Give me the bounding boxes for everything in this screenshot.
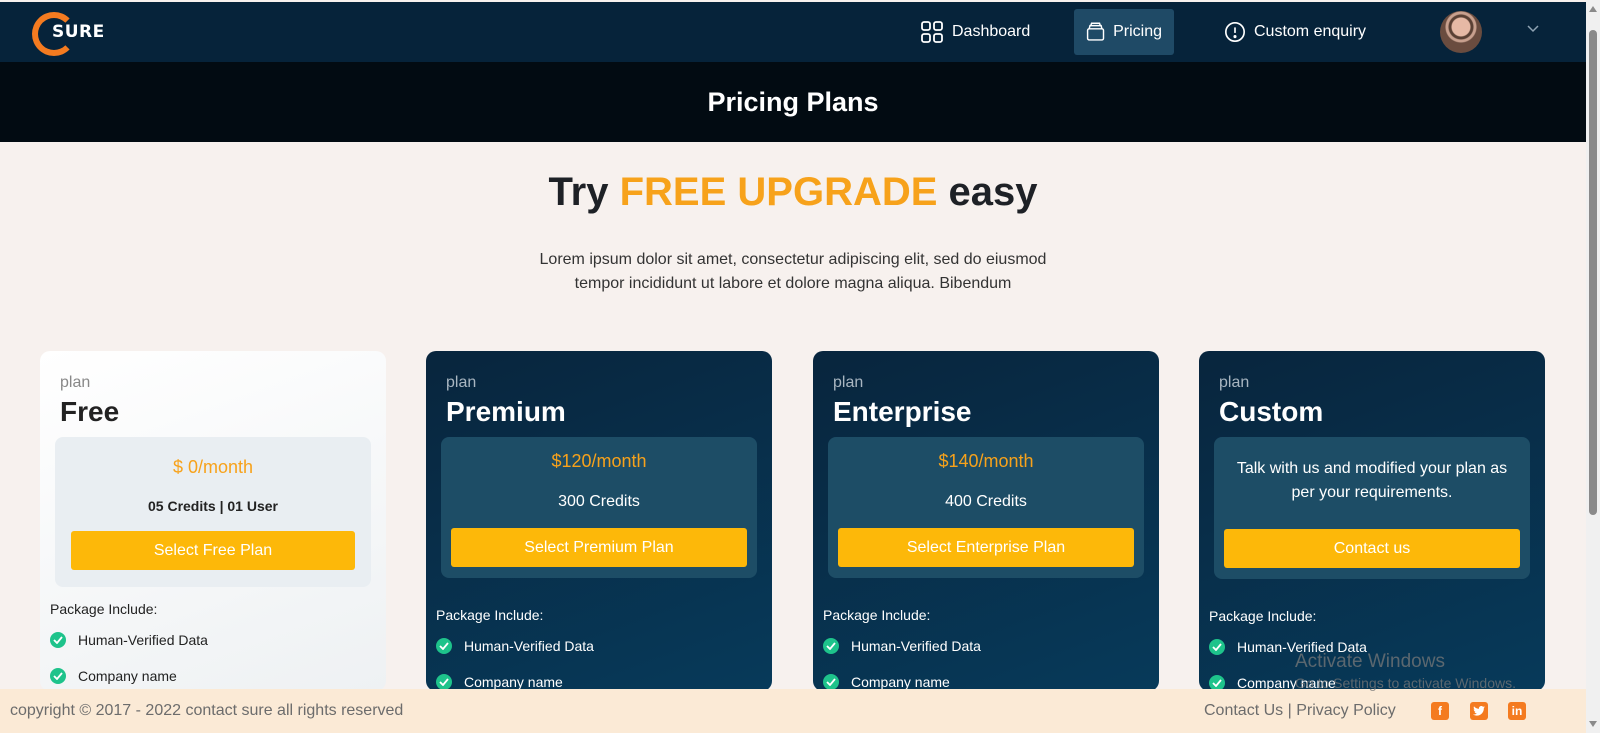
linkedin-icon[interactable]: in	[1508, 702, 1526, 720]
plan-price: $140/month	[938, 451, 1034, 471]
price-box: $140/month 400 Credits Select Enterprise…	[828, 437, 1144, 578]
select-enterprise-plan-button[interactable]: Select Enterprise Plan	[838, 528, 1134, 567]
feature-item: Human-Verified Data	[823, 638, 981, 654]
package-label: Package Include:	[436, 607, 544, 623]
avatar[interactable]	[1440, 11, 1482, 53]
contact-us-button[interactable]: Contact us	[1224, 529, 1520, 568]
plan-name: Free	[60, 396, 120, 427]
feature-label: Company name	[78, 668, 177, 684]
check-icon	[436, 638, 452, 654]
privacy-policy-link[interactable]: Privacy Policy	[1296, 702, 1396, 719]
plan-card-custom: plan Custom Talk with us and modified yo…	[1199, 351, 1545, 691]
plan-card-premium: plan Premium $120/month 300 Credits Sele…	[426, 351, 772, 691]
title-band: Pricing Plans	[0, 62, 1586, 142]
copyright-text: copyright © 2017 - 2022 contact sure all…	[10, 702, 404, 719]
contact-us-link[interactable]: Contact Us	[1204, 702, 1283, 719]
hero-subtitle: Lorem ipsum dolor sit amet, consectetur …	[539, 251, 1047, 292]
hero-title-suffix: easy	[937, 170, 1038, 214]
package-label: Package Include:	[50, 601, 158, 617]
sure-logo[interactable]: SURE	[30, 8, 104, 58]
feature-label: Company name	[851, 674, 950, 690]
plan-card-enterprise: plan Enterprise $140/month 400 Credits S…	[813, 351, 1159, 691]
hero-title: Try FREE UPGRADE easy	[0, 170, 1586, 215]
plan-credits: 400 Credits	[945, 493, 1027, 510]
plan-price: $120/month	[551, 451, 647, 471]
footer: copyright © 2017 - 2022 contact sure all…	[0, 689, 1586, 733]
select-free-plan-button[interactable]: Select Free Plan	[71, 531, 355, 570]
check-icon	[823, 674, 839, 690]
plan-name: Premium	[446, 396, 566, 427]
plan-card-free: plan Free $ 0/month 05 Credits | 01 User…	[40, 351, 386, 691]
info-circle-icon	[1225, 22, 1245, 42]
package-label: Package Include:	[823, 607, 931, 623]
nav-custom-enquiry-label: Custom enquiry	[1254, 23, 1367, 40]
nav-custom-enquiry[interactable]: Custom enquiry	[1212, 9, 1378, 55]
hero-title-prefix: Try	[548, 170, 620, 214]
hero-title-accent: FREE UPGRADE	[619, 170, 938, 214]
plan-label: plan	[833, 374, 864, 391]
cards-icon	[1086, 22, 1105, 41]
top-nav: SURE Dashboard Pricing Custom enquiry	[0, 2, 1586, 62]
logo-text: SURE	[52, 22, 105, 42]
check-icon	[50, 632, 66, 648]
plan-label: plan	[60, 374, 91, 391]
scroll-down-arrow-icon[interactable]	[1589, 721, 1597, 727]
feature-label: Company name	[464, 674, 563, 690]
chevron-down-icon[interactable]	[1526, 24, 1540, 34]
price-box: $ 0/month 05 Credits | 01 User Select Fr…	[55, 437, 371, 587]
plan-price: $ 0/month	[172, 457, 254, 477]
footer-separator: |	[1283, 702, 1297, 719]
nav-pricing[interactable]: Pricing	[1074, 9, 1174, 55]
feature-item: Company name	[823, 674, 950, 690]
check-icon	[436, 674, 452, 690]
select-premium-plan-button[interactable]: Select Premium Plan	[451, 528, 747, 567]
windows-activation-watermark: Activate Windows Go to Settings to activ…	[1295, 651, 1516, 691]
plan-label: plan	[446, 374, 477, 391]
check-icon	[1209, 639, 1225, 655]
plan-credits: 300 Credits	[558, 493, 640, 510]
facebook-icon[interactable]: f	[1431, 702, 1449, 720]
feature-item: Company name	[50, 668, 177, 684]
watermark-subtitle: Go to Settings to activate Windows.	[1295, 675, 1516, 691]
nav-dashboard-label: Dashboard	[952, 23, 1031, 40]
plan-description: Talk with us and modified your plan as p…	[1236, 460, 1508, 501]
page-title: Pricing Plans	[707, 86, 879, 117]
feature-label: Human-Verified Data	[464, 638, 594, 654]
feature-label: Human-Verified Data	[78, 632, 208, 648]
nav-dashboard[interactable]: Dashboard	[908, 9, 1042, 55]
feature-label: Human-Verified Data	[851, 638, 981, 654]
check-icon	[50, 668, 66, 684]
watermark-title: Activate Windows	[1295, 651, 1445, 672]
plan-name: Custom	[1219, 396, 1324, 427]
feature-item: Company name	[436, 674, 563, 690]
twitter-icon[interactable]	[1470, 702, 1488, 720]
plan-credits: 05 Credits | 01 User	[148, 498, 278, 514]
check-icon	[823, 638, 839, 654]
price-box: $120/month 300 Credits Select Premium Pl…	[441, 437, 757, 578]
plan-label: plan	[1219, 374, 1250, 391]
feature-item: Human-Verified Data	[50, 632, 208, 648]
price-box: Talk with us and modified your plan as p…	[1214, 437, 1530, 579]
feature-item: Human-Verified Data	[436, 638, 594, 654]
nav-pricing-label: Pricing	[1113, 23, 1162, 40]
scrollbar[interactable]	[1586, 0, 1600, 733]
footer-links: Contact Us | Privacy Policy	[1204, 702, 1396, 720]
scroll-up-arrow-icon[interactable]	[1589, 6, 1597, 12]
scrollbar-thumb[interactable]	[1589, 30, 1597, 515]
grid-icon	[921, 21, 943, 43]
plan-name: Enterprise	[833, 396, 972, 427]
package-label: Package Include:	[1209, 608, 1317, 624]
